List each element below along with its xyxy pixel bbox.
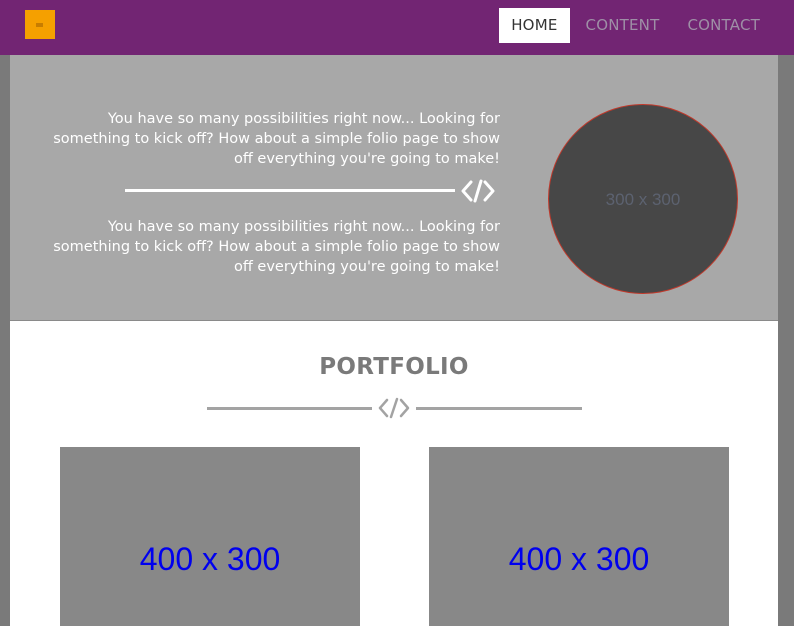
avatar-placeholder-label: 300 x 300 — [605, 190, 681, 209]
code-icon — [378, 397, 410, 419]
code-icon — [461, 179, 495, 203]
avatar: 300 x 300 — [548, 104, 738, 294]
portfolio-title: PORTFOLIO — [319, 354, 469, 380]
portfolio-divider-left — [207, 407, 372, 410]
top-navbar: HOME CONTENT CONTACT — [0, 0, 794, 55]
hero-intro-text: You have so many possibilities right now… — [53, 111, 500, 167]
portfolio-item-placeholder: 400 x 300 — [139, 541, 281, 577]
nav-item-home[interactable]: HOME — [499, 8, 570, 43]
hero-secondary-text: You have so many possibilities right now… — [53, 219, 500, 275]
page-gutter-right — [778, 55, 794, 626]
hero-section: You have so many possibilities right now… — [10, 55, 778, 321]
portfolio-item-placeholder: 400 x 300 — [508, 541, 650, 577]
page-gutter-left — [0, 55, 10, 626]
hero-divider-line — [125, 189, 455, 192]
portfolio-item[interactable]: 400 x 300 — [60, 447, 360, 626]
logo-mark — [36, 23, 43, 27]
nav-item-contact[interactable]: CONTACT — [675, 8, 772, 43]
nav-item-content[interactable]: CONTENT — [574, 8, 672, 43]
portfolio-divider-right — [416, 407, 582, 410]
portfolio-item[interactable]: 400 x 300 — [429, 447, 729, 626]
portfolio-section: PORTFOLIO 400 x 300 400 x 300 — [10, 321, 778, 626]
logo[interactable] — [25, 10, 55, 39]
main-nav: HOME CONTENT CONTACT — [495, 8, 772, 43]
